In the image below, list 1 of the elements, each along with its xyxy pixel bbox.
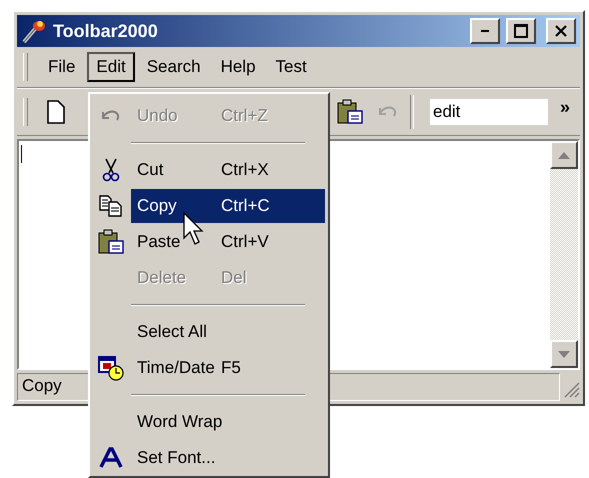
window-title: Toolbar2000 [53,20,159,42]
